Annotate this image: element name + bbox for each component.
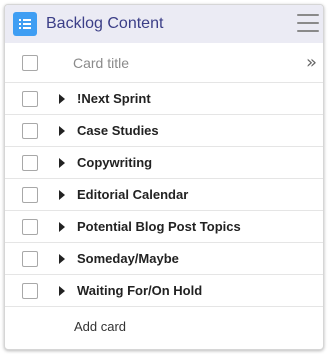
- expand-arrow-icon[interactable]: [59, 253, 65, 264]
- expand-arrow-icon[interactable]: [59, 285, 65, 296]
- column-header: Card title »: [5, 43, 323, 83]
- card-title[interactable]: Potential Blog Post Topics: [77, 219, 241, 234]
- card-checkbox[interactable]: [22, 154, 38, 171]
- card-row[interactable]: Potential Blog Post Topics: [5, 211, 323, 243]
- select-all-checkbox[interactable]: [22, 54, 38, 71]
- panel-header: Backlog Content: [5, 5, 323, 43]
- card-title[interactable]: Someday/Maybe: [77, 251, 179, 266]
- card-checkbox[interactable]: [22, 122, 38, 139]
- expand-arrow-icon[interactable]: [59, 221, 65, 232]
- card-row[interactable]: Case Studies: [5, 115, 323, 147]
- expand-arrow-icon[interactable]: [59, 157, 65, 168]
- card-row[interactable]: Copywriting: [5, 147, 323, 179]
- card-row[interactable]: !Next Sprint: [5, 83, 323, 115]
- card-title-column-label: Card title: [73, 54, 130, 71]
- card-title[interactable]: Case Studies: [77, 123, 159, 138]
- list-icon: [13, 12, 37, 36]
- card-checkbox[interactable]: [22, 250, 38, 267]
- backlog-panel: Backlog Content Card title » !Next Sprin…: [4, 4, 324, 350]
- hamburger-menu-icon[interactable]: [297, 14, 319, 32]
- card-title[interactable]: Waiting For/On Hold: [77, 283, 202, 298]
- card-title[interactable]: Editorial Calendar: [77, 187, 188, 202]
- expand-arrow-icon[interactable]: [59, 125, 65, 136]
- card-checkbox[interactable]: [22, 186, 38, 203]
- card-title[interactable]: Copywriting: [77, 155, 152, 170]
- card-row[interactable]: Editorial Calendar: [5, 179, 323, 211]
- expand-all-icon[interactable]: »: [306, 52, 317, 73]
- card-list: !Next Sprint Case Studies Copywriting Ed…: [5, 83, 323, 307]
- add-card-button[interactable]: Add card: [5, 307, 323, 345]
- card-row[interactable]: Waiting For/On Hold: [5, 275, 323, 307]
- card-row[interactable]: Someday/Maybe: [5, 243, 323, 275]
- card-checkbox[interactable]: [22, 90, 38, 107]
- card-checkbox[interactable]: [22, 218, 38, 235]
- expand-arrow-icon[interactable]: [59, 93, 65, 104]
- card-title[interactable]: !Next Sprint: [77, 91, 151, 106]
- panel-title: Backlog Content: [46, 15, 164, 32]
- card-checkbox[interactable]: [22, 282, 38, 299]
- expand-arrow-icon[interactable]: [59, 189, 65, 200]
